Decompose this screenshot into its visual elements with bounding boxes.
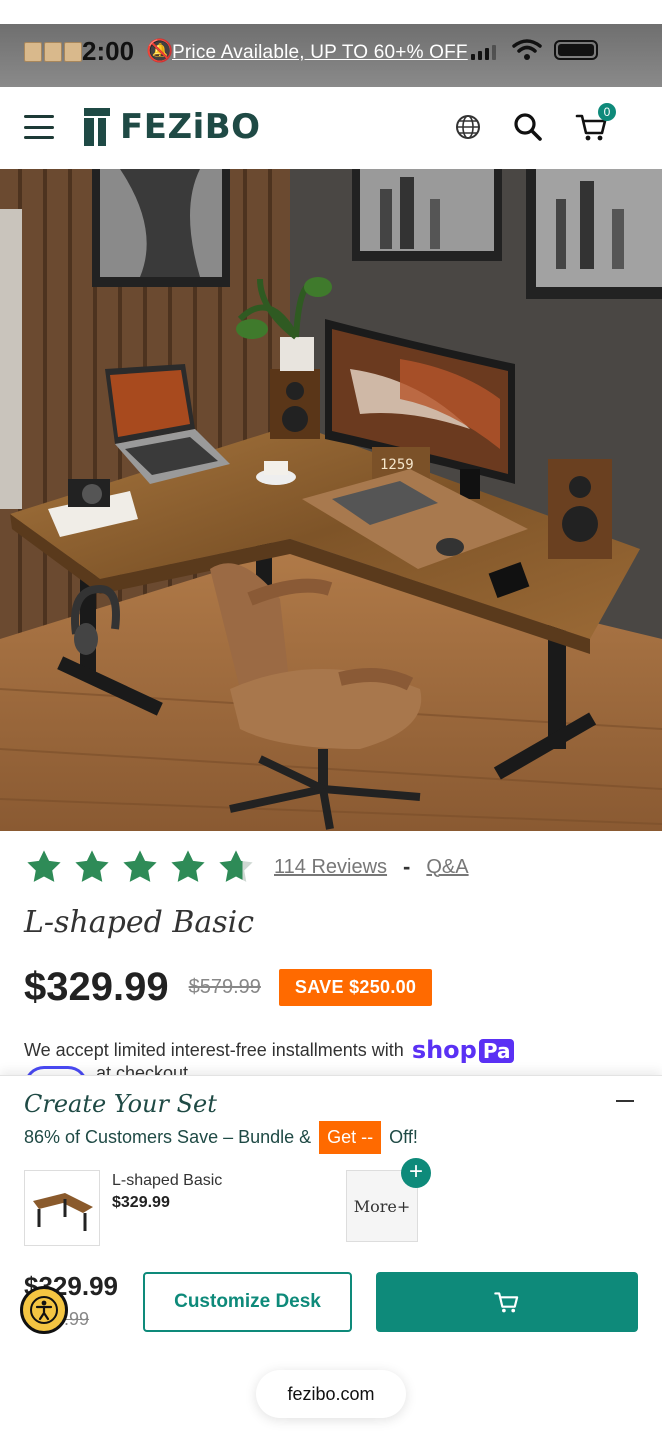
qa-link[interactable]: Q&A xyxy=(426,856,468,879)
installments-text: We accept limited interest-free installm… xyxy=(24,1039,404,1060)
collapse-minus-icon[interactable] xyxy=(616,1100,634,1102)
reviews-link[interactable]: 114 Reviews xyxy=(274,856,387,879)
bundle-item-thumbnail[interactable] xyxy=(24,1170,100,1246)
bell-muted-icon: 🔕 xyxy=(146,38,174,63)
star-icon xyxy=(123,850,157,882)
shoppay-logo[interactable]: shop Pa xyxy=(412,1036,515,1064)
battery-icon xyxy=(554,40,598,60)
cart-icon xyxy=(494,1292,519,1313)
rating-row: 114 Reviews - Q&A xyxy=(24,848,469,886)
brand-logo[interactable]: FEZiBO xyxy=(84,107,261,147)
cart-count-badge: 0 xyxy=(598,103,616,121)
logo-mark-icon xyxy=(84,108,110,146)
star-icon xyxy=(171,850,205,882)
box-emoji-icons xyxy=(24,42,82,62)
cart-button[interactable]: 0 xyxy=(574,103,616,145)
product-hero-image[interactable]: 1259 xyxy=(0,169,662,831)
bundle-title: Create Your Set xyxy=(24,1090,217,1118)
separator: - xyxy=(403,854,411,879)
bundle-item-name: L-shaped Basic xyxy=(112,1172,223,1189)
original-price: $579.99 xyxy=(188,976,261,998)
price-row: $329.99 $579.99 SAVE $250.00 xyxy=(24,965,433,1010)
bundle-subtitle-suffix: Off! xyxy=(389,1127,418,1147)
bundle-subtitle: 86% of Customers Save – Bundle & Get -- … xyxy=(24,1121,418,1154)
discount-badge: Get -- xyxy=(319,1121,382,1154)
product-title: L-shaped Basic xyxy=(24,905,255,940)
promo-banner-link[interactable]: Price Available, UP TO 60+% OFF xyxy=(172,42,468,64)
customize-desk-button[interactable]: Customize Desk xyxy=(143,1272,352,1332)
menu-icon[interactable] xyxy=(24,115,54,139)
star-half-icon xyxy=(219,850,253,882)
signal-icon xyxy=(471,44,496,60)
search-icon[interactable] xyxy=(510,109,546,145)
add-item-plus-icon[interactable]: + xyxy=(401,1158,431,1188)
status-time: 2:00 xyxy=(82,36,135,66)
star-icon xyxy=(75,850,109,882)
globe-icon[interactable] xyxy=(450,109,486,145)
save-badge: SAVE $250.00 xyxy=(278,969,433,1006)
add-to-cart-button[interactable] xyxy=(376,1272,638,1332)
logo-text: FEZiBO xyxy=(120,107,261,147)
shoppay-label: shop xyxy=(411,1036,477,1064)
promo-status-bar: 2:00 🔕 Price Available, UP TO 60+% OFF xyxy=(0,24,662,87)
current-price: $329.99 xyxy=(24,965,169,1009)
bundle-item-price: $329.99 xyxy=(112,1194,170,1211)
bundle-subtitle-prefix: 86% of Customers Save – Bundle & xyxy=(24,1127,312,1147)
star-icon xyxy=(27,850,61,882)
site-header: FEZiBO 0 xyxy=(0,87,662,169)
shoppay-suffix: Pa xyxy=(478,1039,515,1063)
browser-url-bar[interactable]: fezibo.com xyxy=(256,1370,406,1418)
accessibility-icon[interactable] xyxy=(20,1286,68,1334)
wifi-icon xyxy=(512,39,542,60)
star-rating[interactable] xyxy=(24,848,256,886)
